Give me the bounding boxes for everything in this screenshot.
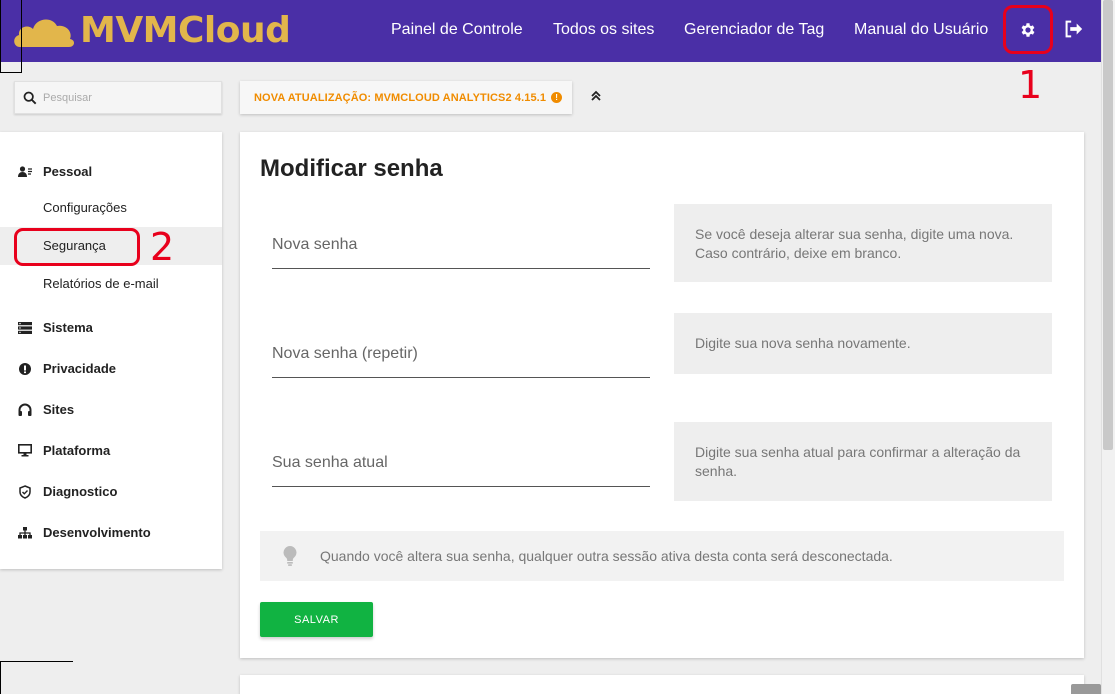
sidebar-item-relatorios-de-email[interactable]: Relatórios de e-mail: [43, 276, 159, 291]
current-password-help: Digite sua senha atual para confirmar a …: [674, 422, 1052, 501]
sidebar: Pessoal Configurações Segurança Relatóri…: [0, 132, 222, 569]
server-icon: [18, 321, 32, 334]
repeat-password-field[interactable]: [272, 318, 650, 378]
headset-icon: [18, 403, 32, 416]
sidebar-section-label: Diagnostico: [43, 484, 118, 499]
double-chevron-up-icon[interactable]: [588, 88, 604, 104]
top-navbar: MVMCloud Painel de Controle Todos os sit…: [0, 0, 1101, 62]
annotation-number-1: 1: [1018, 63, 1043, 107]
nav-gerenciador-de-tag[interactable]: Gerenciador de Tag: [684, 21, 824, 39]
sidebar-section-label: Pessoal: [43, 164, 93, 179]
search-input[interactable]: [43, 91, 203, 104]
shield-icon: [19, 484, 31, 499]
session-notice: Quando você altera sua senha, qualquer o…: [260, 531, 1064, 581]
lightbulb-icon: [283, 546, 297, 566]
sidebar-section-privacidade[interactable]: Privacidade: [18, 361, 116, 376]
annotation-line: [21, 0, 22, 73]
sidebar-section-label: Desenvolvimento: [43, 525, 151, 540]
new-password-help: Se você deseja alterar sua senha, digite…: [674, 204, 1052, 282]
logout-icon[interactable]: [1062, 18, 1084, 40]
annotation-line: [0, 72, 22, 73]
sidebar-section-label: Privacidade: [43, 361, 116, 376]
monitor-icon: [18, 444, 32, 457]
sidebar-section-label: Sistema: [43, 320, 93, 335]
sitemap-icon: [18, 526, 32, 538]
sidebar-section-plataforma[interactable]: Plataforma: [18, 443, 110, 458]
sidebar-section-desenvolvimento[interactable]: Desenvolvimento: [18, 525, 151, 540]
annotation-number-2: 2: [150, 225, 175, 269]
nav-painel-de-controle[interactable]: Painel de Controle: [391, 21, 523, 39]
sidebar-section-sites[interactable]: Sites: [18, 402, 74, 417]
session-notice-text: Quando você altera sua senha, qualquer o…: [320, 548, 893, 564]
sidebar-section-label: Sites: [43, 402, 75, 417]
repeat-password-help: Digite sua nova senha novamente.: [674, 313, 1052, 374]
sidebar-section-label: Plataforma: [43, 443, 111, 458]
brand-name: MVMCloud: [80, 10, 291, 51]
sidebar-item-configuracoes[interactable]: Configurações: [43, 200, 127, 215]
privacy-icon: [19, 362, 31, 375]
next-card: [240, 675, 1084, 694]
update-notification-button[interactable]: NOVA ATUALIZAÇÃO: MVMCLOUD ANALYTICS2 4.…: [240, 81, 572, 114]
change-password-card: Modificar senha Se você deseja alterar s…: [240, 132, 1084, 658]
repeat-password-input[interactable]: [272, 345, 650, 363]
scrollbar-thumb[interactable]: [1103, 0, 1113, 450]
current-password-input[interactable]: [272, 454, 650, 472]
sidebar-section-diagnostico[interactable]: Diagnostico: [18, 484, 117, 499]
sidebar-section-pessoal[interactable]: Pessoal: [18, 164, 92, 179]
sidebar-section-sistema[interactable]: Sistema: [18, 320, 93, 335]
annotation-line: [0, 661, 73, 662]
current-password-field[interactable]: [272, 427, 650, 487]
alert-icon: !: [551, 92, 563, 103]
settings-button[interactable]: [1003, 5, 1053, 54]
annotation-highlight: [14, 228, 140, 266]
search-icon: [23, 91, 37, 104]
update-label: NOVA ATUALIZAÇÃO: MVMCLOUD ANALYTICS2 4.…: [254, 91, 547, 104]
annotation-line: [0, 0, 1, 72]
save-button[interactable]: SALVAR: [260, 602, 373, 637]
nav-todos-os-sites[interactable]: Todos os sites: [553, 21, 654, 39]
feedback-widget-icon[interactable]: [1071, 684, 1101, 694]
gear-icon: [1021, 22, 1035, 37]
annotation-line: [0, 661, 1, 694]
page-title: Modificar senha: [260, 155, 443, 182]
user-icon: [18, 165, 32, 177]
brand-logo[interactable]: MVMCloud: [12, 10, 291, 52]
nav-manual-do-usuario[interactable]: Manual do Usuário: [854, 21, 988, 39]
new-password-field[interactable]: [272, 209, 650, 269]
search-box[interactable]: [14, 81, 222, 114]
new-password-input[interactable]: [272, 236, 650, 254]
